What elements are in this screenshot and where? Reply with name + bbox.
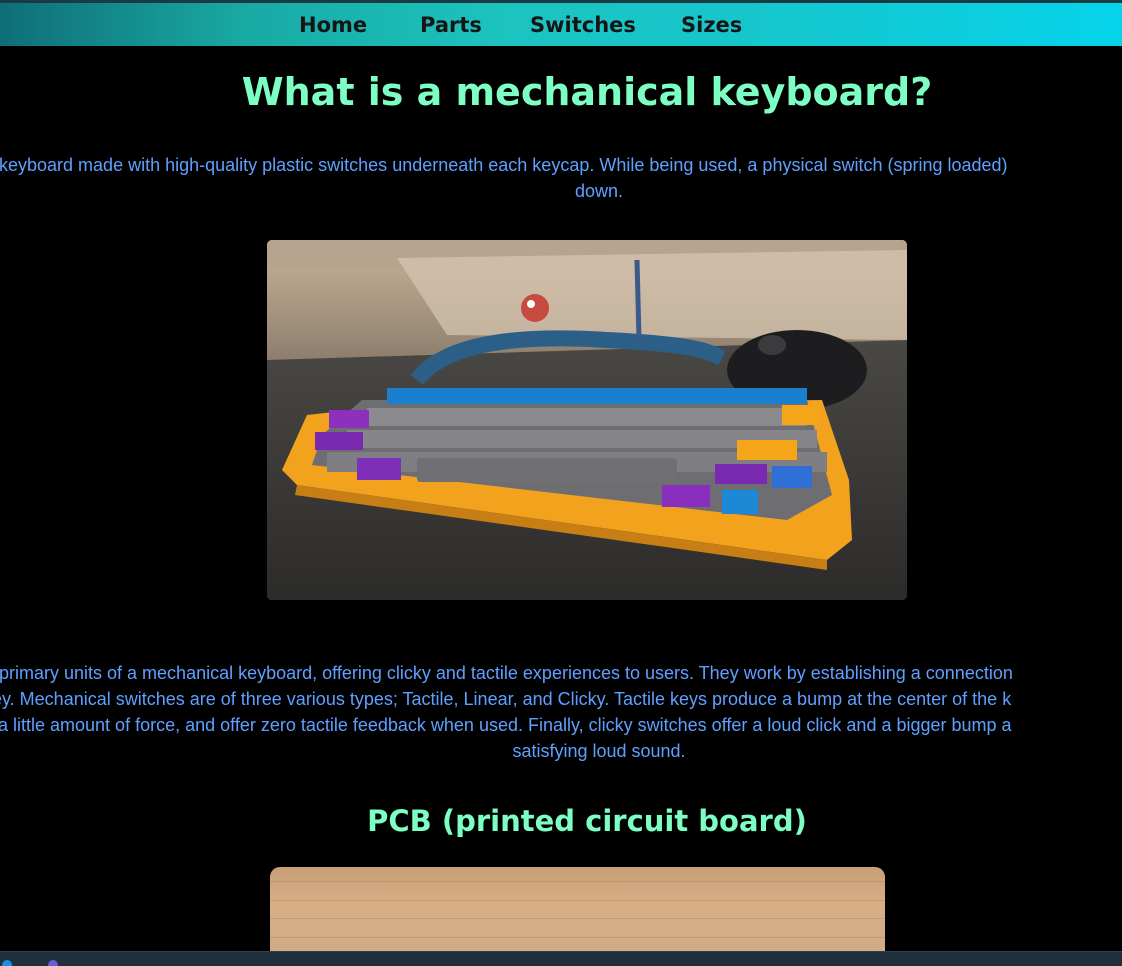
switches-line-3: a little amount of force, and offer zero… [0,715,1012,735]
nav-sizes-link[interactable]: Sizes [681,12,742,38]
intro-paragraph: keyboard made with high-quality plastic … [0,152,1122,204]
keyboard-photo [267,240,907,600]
nav-switches-link[interactable]: Switches [530,12,636,38]
windows-start-icon[interactable] [2,960,12,966]
switches-line-4: satisfying loud sound. [512,741,686,761]
nav-home-link[interactable]: Home [299,12,367,38]
taskbar [0,951,1122,966]
keyboard-photo-icon [267,240,907,600]
wood-grain-line [270,937,885,938]
intro-line-2: down. [574,181,624,201]
taskbar-app-icon[interactable] [48,960,58,966]
wood-grain-line [270,881,885,882]
pcb-heading: PCB (printed circuit board) [367,804,807,838]
wood-grain-line [270,900,885,901]
wood-grain-line [270,918,885,919]
nav-parts-link[interactable]: Parts [420,12,482,38]
intro-line-1: keyboard made with high-quality plastic … [0,155,1008,175]
page-title: What is a mechanical keyboard? [241,70,933,114]
switches-paragraph: primary units of a mechanical keyboard, … [0,660,1122,764]
switches-line-2: ey. Mechanical switches are of three var… [0,689,1012,709]
top-navbar: Home Parts Switches Sizes [0,3,1122,46]
pcb-photo [270,867,885,957]
switches-line-1: primary units of a mechanical keyboard, … [0,663,1013,683]
